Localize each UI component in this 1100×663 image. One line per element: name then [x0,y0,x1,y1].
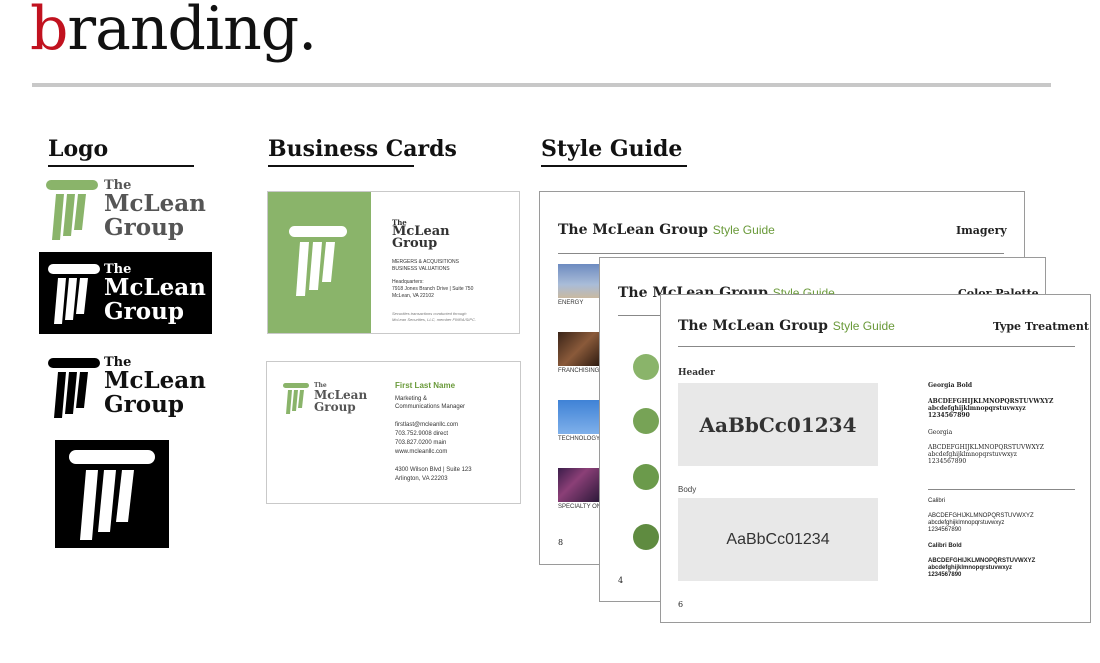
sg-brand-name: The McLean Group [558,222,708,238]
color-swatch-3 [633,464,659,490]
card-front-service-1: MERGERS & ACQUISITIONS [392,259,459,265]
logo-group: Group [104,214,184,241]
title-first-letter: b [30,0,68,64]
color-swatch-4 [633,524,659,550]
logo-green-on-white: The McLean Group [44,178,214,244]
card-front-hq-label: Headquarters: [392,279,424,285]
sg-imagery-heading: Imagery [956,224,1007,237]
business-card-front: The McLean Group MERGERS & ACQUISITIONS … [267,191,520,334]
sg-brand-title: The McLean Group Style Guide [558,222,775,238]
card-back-name: First Last Name [395,381,456,390]
card-front-group: Group [392,236,438,251]
georgia-name: Georgia [928,429,953,436]
georgia-bold-digits: 1234567890 [928,412,970,419]
sg-type-treatment-heading: Type Treatment [993,320,1089,333]
business-card-back: The McLean Group First Last Name Marketi… [266,361,521,504]
card-front-hq-line-2: McLean, VA 22102 [392,293,434,299]
calibri-name: Calibri [928,498,946,504]
sg-label-technology: TECHNOLOGY [558,436,601,442]
card-back-address-2: Arlington, VA 22203 [395,476,448,482]
color-swatch-2 [633,408,659,434]
sg-header-label: Header [678,368,715,378]
sg-brand-suffix: Style Guide [712,223,775,237]
logo-mclean: McLean [104,274,206,301]
header-font-sample: AaBbCc01234 [678,383,878,466]
specialty-thumbnail [558,468,600,502]
business-cards-heading-rule [268,165,414,167]
sg-brand-suffix: Style Guide [832,319,895,333]
card-back-website: www.mcleanllc.com [395,449,448,455]
card-front-green-panel [268,192,371,333]
calibri-bold-digits: 1234567890 [928,572,962,578]
style-guide-page-type-treatment: The McLean Group Style Guide Type Treatm… [660,294,1091,623]
card-front-disclaimer-2: McLean Securities, LLC, member FINRA/SIP… [392,317,477,322]
logo-heading: Logo [48,136,109,162]
sg-page-number: 6 [678,600,684,609]
logo-heading-rule [48,165,194,167]
logo-icon-mark [55,440,169,548]
energy-thumbnail [558,264,600,298]
pillar-icon [46,180,98,240]
sg-brand-title: The McLean Group Style Guide [678,318,895,334]
card-back-title-2: Communications Manager [395,404,466,410]
calibri-digits: 1234567890 [928,527,962,533]
calibri-bold-name: Calibri Bold [928,543,962,549]
card-front-hq-line-1: 7918 Jones Branch Drive | Suite 750 [392,286,474,292]
card-back-direct: 703.752.9008 direct [395,431,449,437]
georgia-bold-name: Georgia Bold [928,382,973,389]
georgia-digits: 1234567890 [928,458,967,465]
sg-rule [558,253,1004,254]
sg-page-number: 8 [558,538,564,547]
business-cards-heading: Business Cards [268,136,457,162]
sg-rule [678,346,1075,347]
title-rest: randing. [67,0,317,64]
sg-label-energy: ENERGY [558,300,584,306]
sg-label-franchising: FRANCHISING [558,368,600,374]
pillar-icon [48,358,100,418]
style-guide-heading-rule [541,165,687,167]
sg-brand-name: The McLean Group [678,318,828,334]
sg-specimen-divider [928,489,1075,490]
pillar-icon [283,383,309,414]
page-title: branding. [30,0,317,64]
logo-mclean: McLean [104,190,206,217]
pillar-icon [69,450,155,540]
technology-thumbnail [558,400,600,434]
logo-white-on-black: The McLean Group [39,252,212,334]
title-divider [32,83,1051,87]
card-back-email: firstlast@mcleanllc.com [395,422,459,428]
card-front-service-2: BUSINESS VALUATIONS [392,266,450,272]
franchising-thumbnail [558,332,600,366]
pillar-icon [48,264,100,324]
sg-label-specialty: SPECIALTY ON [558,504,602,510]
card-back-title-1: Marketing & [395,396,428,402]
card-back-main: 703.827.0200 main [395,440,447,446]
logo-group: Group [104,298,184,325]
card-back-address-1: 4300 Wilson Blvd | Suite 123 [395,467,472,473]
style-guide-heading: Style Guide [541,136,683,162]
logo-mclean: McLean [104,367,206,394]
pillar-icon [289,226,347,296]
color-swatch-1 [633,354,659,380]
body-font-sample: AaBbCc01234 [678,498,878,581]
card-back-group: Group [314,400,356,414]
logo-black-on-white: The McLean Group [44,355,214,421]
logo-group: Group [104,391,184,418]
sg-page-number: 4 [618,576,624,585]
sg-body-label: Body [678,485,697,494]
